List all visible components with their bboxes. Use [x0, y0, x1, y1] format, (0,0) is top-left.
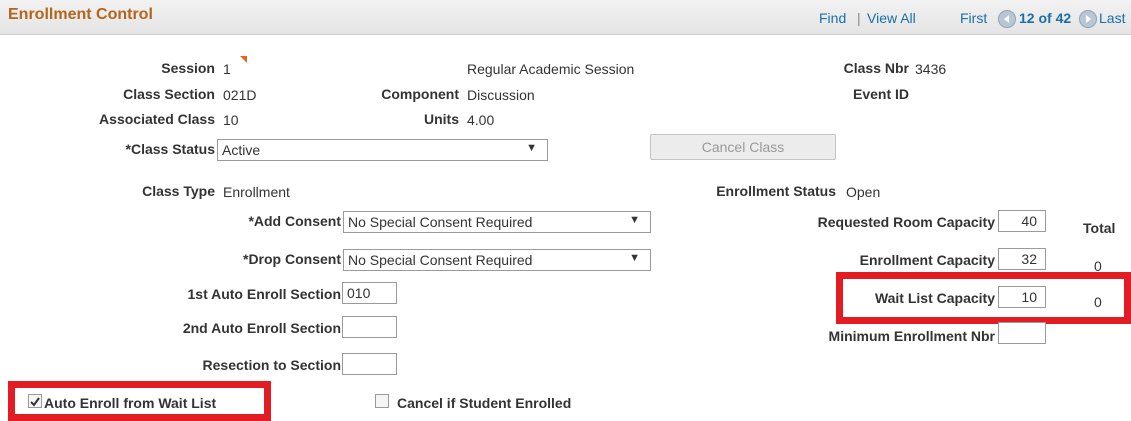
first-auto-enroll-label: 1st Auto Enroll Section	[187, 286, 342, 302]
view-all-link[interactable]: View All	[867, 10, 916, 26]
chevron-down-icon: ▼	[526, 142, 537, 154]
first-auto-enroll-input[interactable]: 010	[342, 282, 397, 304]
auto-enroll-wait-list-label: Auto Enroll from Wait List	[44, 395, 217, 411]
last-link[interactable]: Last	[1099, 10, 1125, 26]
enrollment-capacity-input[interactable]: 32	[998, 248, 1046, 270]
wait-list-capacity-label: Wait List Capacity	[874, 290, 995, 306]
class-status-value: Active	[222, 142, 261, 158]
wait-list-total: 0	[1094, 294, 1102, 310]
second-auto-enroll-input[interactable]	[342, 316, 397, 338]
associated-class-label: Associated Class	[99, 111, 215, 127]
resection-label: Resection to Section	[202, 357, 341, 373]
units-label: Units	[424, 111, 459, 127]
session-label: Session	[161, 60, 215, 76]
associated-class-value: 10	[223, 112, 239, 128]
class-type-label: Class Type	[142, 183, 215, 199]
cancel-class-button[interactable]: Cancel Class	[650, 134, 836, 160]
enrollment-status-value: Open	[846, 184, 881, 200]
second-auto-enroll-label: 2nd Auto Enroll Section	[182, 320, 341, 336]
auto-enroll-wait-list-checkbox[interactable]	[28, 394, 42, 408]
nav-separator: |	[857, 10, 861, 26]
class-status-label: *Class Status	[125, 141, 215, 157]
add-consent-select[interactable]: No Special Consent Required ▼	[343, 211, 651, 233]
page-title: Enrollment Control	[8, 6, 153, 23]
cancel-if-enrolled-label: Cancel if Student Enrolled	[397, 395, 572, 411]
checkmark-icon	[30, 397, 40, 407]
previous-arrow-icon[interactable]	[998, 10, 1016, 28]
session-value: 1	[223, 61, 231, 77]
find-link[interactable]: Find	[819, 10, 846, 26]
cancel-if-enrolled-checkbox[interactable]	[375, 394, 389, 408]
add-consent-label: *Add Consent	[248, 213, 341, 229]
class-section-value: 021D	[223, 87, 257, 103]
resection-input[interactable]	[342, 353, 397, 375]
session-description: Regular Academic Session	[467, 61, 635, 77]
enrollment-status-label: Enrollment Status	[716, 183, 836, 199]
drop-consent-label: *Drop Consent	[243, 251, 341, 267]
requested-room-capacity-input[interactable]: 40	[998, 210, 1046, 232]
row-counter: 12 of 42	[1019, 10, 1072, 26]
minimum-enrollment-input[interactable]	[998, 322, 1046, 344]
event-id-label: Event ID	[852, 86, 909, 102]
class-status-select[interactable]: Active ▼	[217, 139, 548, 161]
total-label: Total	[1083, 220, 1116, 236]
requested-room-capacity-label: Requested Room Capacity	[817, 214, 995, 230]
units-value: 4.00	[467, 112, 495, 128]
chevron-down-icon: ▼	[629, 252, 640, 264]
first-link[interactable]: First	[960, 10, 987, 26]
next-arrow-icon[interactable]	[1079, 10, 1097, 28]
class-nbr-label: Class Nbr	[843, 60, 909, 76]
enrollment-capacity-label: Enrollment Capacity	[859, 252, 995, 268]
minimum-enrollment-label: Minimum Enrollment Nbr	[828, 328, 995, 344]
prompt-corner-icon	[240, 56, 247, 63]
chevron-down-icon: ▼	[629, 214, 640, 226]
component-value: Discussion	[467, 87, 535, 103]
class-nbr-value: 3436	[915, 61, 947, 77]
wait-list-capacity-input[interactable]: 10	[998, 286, 1046, 308]
class-section-label: Class Section	[123, 86, 215, 102]
drop-consent-select[interactable]: No Special Consent Required ▼	[343, 249, 651, 271]
add-consent-value: No Special Consent Required	[348, 214, 533, 230]
component-label: Component	[381, 86, 459, 102]
drop-consent-value: No Special Consent Required	[348, 252, 533, 268]
class-type-value: Enrollment	[223, 184, 290, 200]
